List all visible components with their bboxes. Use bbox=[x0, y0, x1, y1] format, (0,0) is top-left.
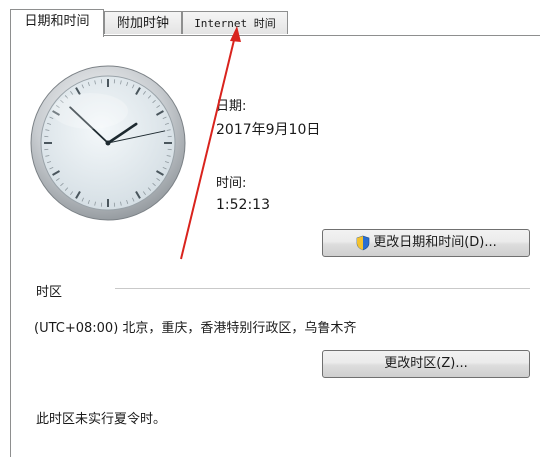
time-value: 1:52:13 bbox=[216, 197, 270, 213]
timezone-divider bbox=[115, 288, 530, 289]
tab-date-time[interactable]: 日期和时间 bbox=[10, 9, 104, 37]
change-date-time-label: 更改日期和时间(D)... bbox=[373, 235, 497, 250]
tab-additional-clocks[interactable]: 附加时钟 bbox=[104, 11, 182, 34]
change-date-time-button[interactable]: 更改日期和时间(D)... bbox=[322, 229, 530, 257]
timezone-value: (UTC+08:00) 北京，重庆，香港特别行政区，乌鲁木齐 bbox=[34, 321, 357, 336]
clock-center bbox=[105, 140, 111, 146]
timezone-section-label: 时区 bbox=[36, 285, 63, 300]
change-timezone-button[interactable]: 更改时区(Z)... bbox=[322, 350, 530, 378]
clock-glare bbox=[52, 93, 128, 129]
time-label: 时间: bbox=[216, 176, 247, 191]
dst-note: 此时区未实行夏令时。 bbox=[36, 412, 167, 427]
uac-shield-icon bbox=[356, 235, 370, 250]
date-label: 日期: bbox=[216, 99, 247, 114]
tab-internet-time[interactable]: Internet 时间 bbox=[182, 11, 288, 34]
change-timezone-label: 更改时区(Z)... bbox=[384, 356, 468, 371]
date-value: 2017年9月10日 bbox=[216, 122, 321, 138]
analog-clock bbox=[30, 65, 186, 221]
